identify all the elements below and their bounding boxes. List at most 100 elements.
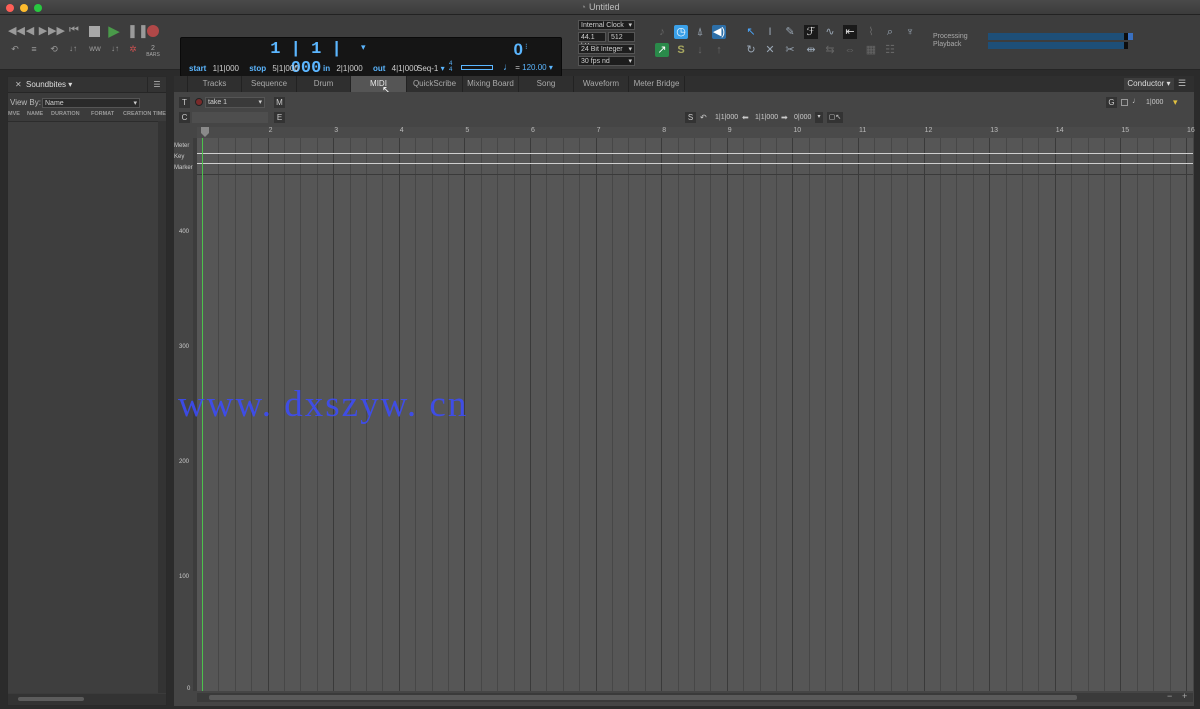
fps-select[interactable]: 30 fps nd▾ — [578, 56, 635, 66]
trim-icon[interactable]: ⇹ — [804, 43, 818, 57]
fast-forward-icon[interactable]: ▶▶ — [48, 24, 62, 37]
tab-waveform[interactable]: Waveform — [574, 76, 629, 92]
pause-button[interactable]: ❚❚ — [127, 23, 139, 39]
loop-icon[interactable]: ⟲ — [47, 44, 61, 55]
in-value[interactable]: 2|1|000 — [336, 64, 362, 73]
wait-for-note-icon[interactable]: ww — [87, 44, 103, 53]
view-by-select[interactable]: Name▾ — [42, 98, 140, 108]
snap-icon[interactable]: ▾ — [1173, 97, 1178, 108]
close-panel-icon[interactable]: ✕ — [15, 80, 22, 89]
upload-icon[interactable]: ↑ — [712, 43, 726, 57]
buffer-field[interactable]: 512 — [608, 32, 635, 42]
t-button[interactable]: T — [179, 97, 190, 108]
playhead-marker[interactable] — [201, 127, 209, 137]
position-start[interactable]: 1|1|000 — [715, 114, 738, 121]
out-value[interactable]: 4|1|000 — [392, 64, 418, 73]
track-record-icon[interactable] — [195, 98, 203, 106]
counter-sub-chevron-icon[interactable]: ⁝ — [525, 42, 528, 51]
counter-chevron-icon[interactable]: ▾ — [361, 42, 366, 53]
column-header[interactable]: DURATION — [51, 111, 80, 117]
sequence-selector[interactable]: Seq-1 ▾ — [417, 64, 445, 73]
overdub-icon[interactable]: ≡ — [27, 44, 41, 54]
stretch-icon[interactable]: ⇔ — [843, 43, 857, 57]
play-button[interactable]: ▶ — [107, 22, 121, 40]
soundbites-hscroll[interactable] — [8, 694, 166, 705]
take-select[interactable]: take 1▾ — [205, 97, 265, 108]
grid-value[interactable]: 1|000 — [1146, 99, 1163, 106]
curve-tool-icon[interactable]: ∿ — [823, 25, 837, 39]
tab-tracks[interactable]: Tracks — [188, 76, 242, 92]
pencil-tool-icon[interactable]: ✎ — [783, 25, 797, 39]
pattern-tool-icon[interactable]: ℱ — [804, 25, 818, 39]
time-signature[interactable]: 44 — [449, 61, 452, 73]
tempo-field[interactable]: ♩ = 120.00 ▾ — [503, 62, 553, 73]
patch-thru-icon[interactable]: ↓ — [693, 43, 707, 57]
e-button[interactable]: E — [274, 112, 285, 123]
tuner-icon[interactable]: ♆ — [903, 25, 917, 39]
tab-drum[interactable]: Drum — [297, 76, 351, 92]
sample-rate-field[interactable]: 44.1 kHz — [578, 32, 606, 42]
tab-song[interactable]: Song — [519, 76, 574, 92]
conductor-select[interactable]: Conductor ▾ — [1124, 78, 1174, 90]
mixer-icon[interactable]: ☷ — [883, 43, 897, 57]
tab-meter-bridge[interactable]: Meter Bridge — [629, 76, 685, 92]
editor-menu-icon[interactable]: ☰ — [1178, 78, 1186, 89]
tab-sequence[interactable]: Sequence — [242, 76, 297, 92]
arrow-right-icon[interactable]: ➡ — [781, 113, 788, 122]
bit-depth-select[interactable]: 24 Bit Integer▾ — [578, 44, 635, 54]
record-button[interactable] — [147, 25, 159, 37]
column-header[interactable]: MVE — [8, 111, 20, 117]
bars-indicator[interactable]: 2 BARS — [145, 45, 161, 58]
zoom-out-icon[interactable]: − — [1167, 691, 1172, 701]
bell-icon[interactable]: ♪ — [655, 25, 669, 39]
rewind-icon[interactable]: ◀◀ — [8, 24, 22, 37]
scissors-icon[interactable]: ✂ — [783, 43, 797, 57]
ibeam-tool-icon[interactable]: I — [763, 25, 777, 39]
column-header[interactable]: CREATION TIME — [123, 111, 166, 117]
note-icon[interactable]: ♩ — [1132, 96, 1140, 105]
channel-field[interactable] — [192, 112, 268, 123]
soundbites-list[interactable] — [8, 121, 158, 693]
undo-icon[interactable]: ↶ — [8, 44, 22, 55]
counter-sub-value[interactable]: 0 — [493, 40, 523, 60]
zoom-icon[interactable]: ⌕ — [883, 25, 897, 39]
tempo-slider[interactable] — [461, 65, 493, 70]
grid-toggle-icon[interactable] — [1121, 99, 1128, 106]
clock-icon[interactable]: ◷ — [674, 25, 688, 39]
step-back-icon[interactable]: ◀ — [24, 24, 36, 37]
go-to-start-icon[interactable]: ⏮ — [68, 24, 80, 37]
g-button[interactable]: G — [1106, 97, 1117, 108]
c-button[interactable]: C — [179, 112, 190, 123]
start-value[interactable]: 1|1|000 — [213, 64, 239, 73]
column-header[interactable]: FORMAT — [91, 111, 114, 117]
arrow-left-icon[interactable]: ⬅ — [742, 113, 749, 122]
stop-value[interactable]: 5|1|000 — [272, 64, 298, 73]
tab-quickscribe[interactable]: QuickScribe — [407, 76, 463, 92]
m-button[interactable]: M — [274, 97, 285, 108]
stop-button[interactable] — [89, 26, 100, 37]
soundbites-title[interactable]: Soundbites ▾ — [26, 80, 72, 89]
solo-icon[interactable]: S — [674, 43, 688, 57]
speaker-icon[interactable]: ◀) — [712, 25, 726, 39]
tab-midi[interactable]: MIDI — [351, 76, 407, 92]
erase-icon[interactable]: ✕ — [763, 43, 777, 57]
punch-icon[interactable]: ↓↑ — [107, 44, 123, 53]
slice-tool-icon[interactable]: ⌇ — [864, 25, 878, 39]
clock-select[interactable]: Internal Clock▾ — [578, 20, 635, 30]
duration-chevron-icon[interactable]: ▾ — [815, 112, 823, 123]
editor-hscroll[interactable]: − + — [197, 693, 1193, 702]
tab-mixing-board[interactable]: Mixing Board — [463, 76, 519, 92]
duration-field[interactable]: 0|000 — [794, 114, 811, 121]
return-icon[interactable]: ↶ — [700, 113, 707, 122]
position-end[interactable]: 1|1|000 — [755, 114, 778, 121]
rotate-icon[interactable]: ↻ — [744, 43, 758, 57]
pointer-tool-icon[interactable]: ↖ — [744, 25, 758, 39]
zoom-in-icon[interactable]: + — [1182, 691, 1187, 701]
panel-menu-icon[interactable]: ☰ — [147, 77, 166, 92]
grid-icon[interactable]: ▦ — [864, 43, 878, 57]
input-monitor-icon[interactable]: ↗ — [655, 43, 669, 57]
s-button[interactable]: S — [685, 112, 696, 123]
metronome-tool-icon[interactable]: ⍋ — [693, 25, 707, 39]
auto-record-icon[interactable]: ↓↑ — [65, 44, 81, 53]
column-header[interactable]: NAME — [27, 111, 43, 117]
